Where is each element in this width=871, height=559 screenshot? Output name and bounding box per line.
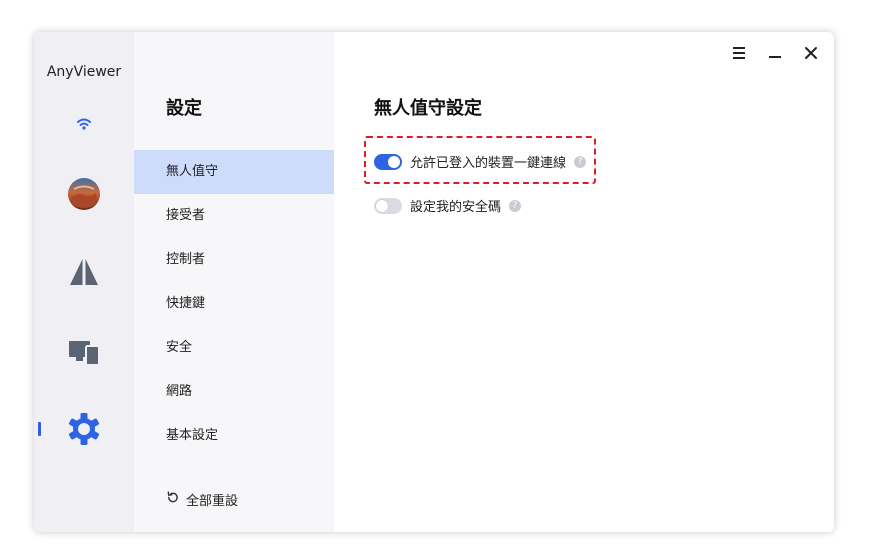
settings-nav-title: 設定 <box>166 98 202 119</box>
reset-icon <box>166 491 179 508</box>
wifi-icon[interactable] <box>66 106 102 142</box>
app-window: AnyViewer 設定 無人值守 接受者 控制者 快捷鍵 安全 網路 基本設定… <box>34 32 834 532</box>
nav-item-network[interactable]: 網路 <box>134 370 334 414</box>
close-icon[interactable] <box>800 42 822 64</box>
security-code-label: 設定我的安全碼 <box>410 200 502 215</box>
setting-one-click-connect: 允許已登入的裝置一鍵連線 ? <box>374 152 587 171</box>
left-rail: AnyViewer <box>34 32 134 532</box>
nav-item-basic[interactable]: 基本設定 <box>134 414 334 458</box>
settings-nav: 設定 無人值守 接受者 控制者 快捷鍵 安全 網路 基本設定 全部重設 <box>134 32 334 532</box>
menu-icon[interactable] <box>728 42 750 64</box>
page-title: 無人值守設定 <box>374 98 482 119</box>
help-icon[interactable]: ? <box>574 155 587 168</box>
active-indicator <box>38 422 41 436</box>
app-title: AnyViewer <box>46 64 122 80</box>
nav-item-recipient[interactable]: 接受者 <box>134 194 334 238</box>
setting-security-code: 設定我的安全碼 ? <box>374 196 522 215</box>
gear-icon[interactable] <box>66 411 102 447</box>
security-code-toggle[interactable] <box>374 197 402 214</box>
avatar[interactable] <box>66 176 102 212</box>
help-icon[interactable]: ? <box>509 199 522 212</box>
remote-triangles-icon[interactable] <box>66 254 102 290</box>
nav-item-shortcuts[interactable]: 快捷鍵 <box>134 282 334 326</box>
reset-all-button[interactable]: 全部重設 <box>166 490 238 509</box>
one-click-connect-toggle[interactable] <box>374 153 402 170</box>
reset-all-label: 全部重設 <box>186 494 239 509</box>
one-click-connect-label: 允許已登入的裝置一鍵連線 <box>410 156 567 171</box>
nav-item-security[interactable]: 安全 <box>134 326 334 370</box>
devices-icon[interactable] <box>66 334 102 370</box>
minimize-icon[interactable] <box>764 42 786 64</box>
nav-item-controller[interactable]: 控制者 <box>134 238 334 282</box>
nav-item-unattended[interactable]: 無人值守 <box>134 150 334 194</box>
